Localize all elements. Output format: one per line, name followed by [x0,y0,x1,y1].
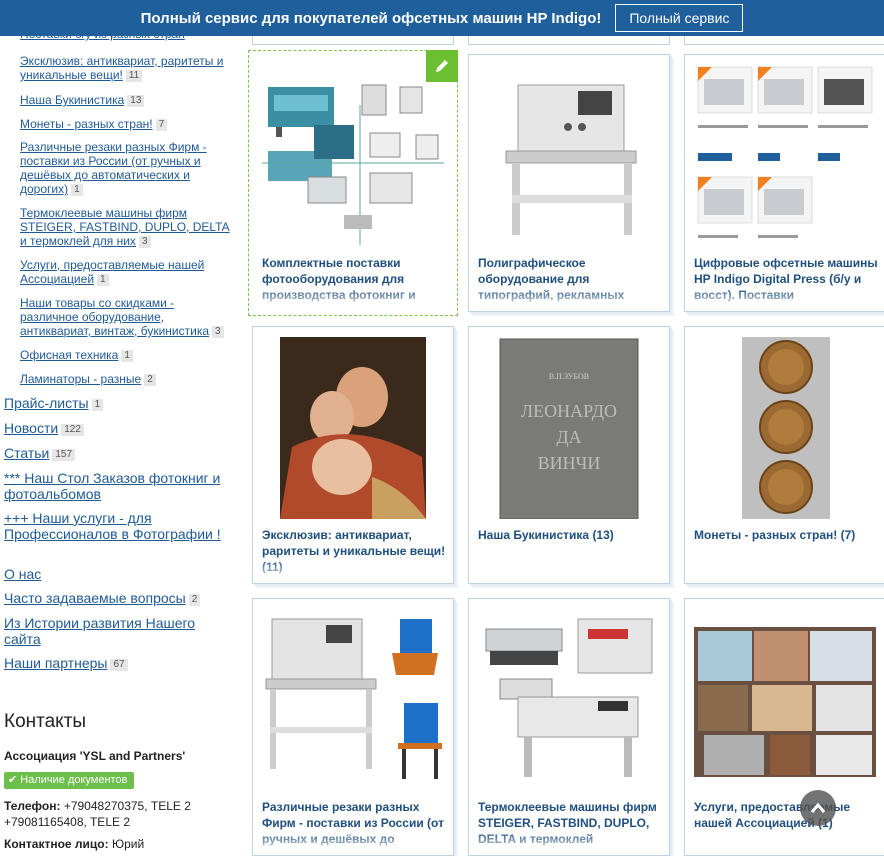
association-name: Ассоциация 'YSL and Partners' [4,749,186,763]
card-image [694,65,876,247]
sidebar-subitem-books[interactable]: Наша Букинистика 13 [20,93,232,107]
count-badge: 3 [212,326,224,338]
card-image [694,609,876,791]
sidebar-subitem-coins[interactable]: Монеты - разных стран! 7 [20,117,232,131]
count-badge: 3 [138,236,151,248]
sidebar-item-cutoff[interactable]: Поставки б/у из разных стран [20,36,232,41]
sidebar-item-pro-services[interactable]: +++ Наши услуги - для Профессионалов в Ф… [4,510,234,542]
card-title[interactable]: Монеты - разных стран! (7) [694,527,878,543]
card-title[interactable]: Услуги, предоставляемые нашей Ассоциацие… [694,799,878,831]
sidebar-item-partners[interactable]: Наши партнеры 67 [4,655,234,671]
count-badge: 1 [71,184,83,196]
full-service-button[interactable]: Полный сервис [615,4,744,32]
book-title-line: ЛЕОНАРДО [521,401,617,421]
banner-text: Полный сервис для покупателей офсетных м… [140,9,602,27]
sidebar-item-news[interactable]: Новости 122 [4,420,234,436]
edit-button[interactable] [426,50,458,82]
card-image [262,65,444,247]
chevron-up-icon [810,802,826,813]
sidebar-item-photobook-orders[interactable]: *** Наш Стол Заказов фотокниг и фотоальб… [4,470,234,502]
sidebar-item-pricelists[interactable]: Прайс-листы 1 [4,395,234,411]
book-author: В.П.ЗУБОВ [549,372,589,381]
card-title[interactable]: Наша Букинистика (13) [478,527,662,543]
contact-person-line: Контактное лицо: Юрий [4,837,145,851]
card-image [262,337,444,519]
card-edge [684,36,884,45]
book-title-line: ДА [556,427,581,447]
count-badge: 1 [121,350,133,362]
category-card-binders[interactable]: Термоклеевые машины фирм STEIGER, FASTBI… [468,598,670,856]
category-card-hp-indigo[interactable]: Цифровые офсетные машины HP Indigo Digit… [684,54,884,312]
contacts-heading: Контакты [4,711,87,732]
sidebar-item-history[interactable]: Из Истории развития Нашего сайта [4,615,234,647]
pencil-icon [436,60,448,72]
category-card-exclusive[interactable]: Эксклюзив: антиквариат, раритеты и уника… [252,326,454,584]
count-badge: 13 [127,95,145,107]
card-edge [252,36,454,45]
card-image [694,337,876,519]
category-card-coins[interactable]: Монеты - разных стран! (7) [684,326,884,584]
sidebar: Поставки б/у из разных стран Эксклюзив: … [0,36,236,853]
category-card-printing-equipment[interactable]: Полиграфическое оборудование для типогра… [468,54,670,312]
sidebar-subitem-services[interactable]: Услуги, предоставляемые нашей Ассоциацие… [20,258,232,286]
sidebar-subitem-discounts[interactable]: Наши товары со скидками - различное обор… [20,296,232,338]
count-badge: 2 [144,374,156,386]
count-badge: 11 [125,70,143,82]
card-image [478,65,660,247]
count-badge: 1 [97,274,109,286]
sidebar-subitem-binders[interactable]: Термоклеевые машины фирм STEIGER, FASTBI… [20,206,232,248]
check-icon: ✔ [8,774,18,786]
book-title-line: ВИНЧИ [538,453,601,473]
category-card-services[interactable]: Услуги, предоставляемые нашей Ассоциацие… [684,598,884,856]
sidebar-subitem-cutters[interactable]: Различные резаки разных Фирм - поставки … [20,140,232,196]
count-badge: 7 [155,119,168,131]
card-edge [468,36,670,45]
sidebar-subitem-office[interactable]: Офисная техника 1 [20,348,232,362]
sidebar-item-faq[interactable]: Часто задаваемые вопросы 2 [4,590,234,606]
card-image [262,609,444,791]
count-badge: 122 [61,424,84,436]
card-image: В.П.ЗУБОВ ЛЕОНАРДО ДА ВИНЧИ [478,337,660,519]
count-badge: 2 [188,594,201,606]
sidebar-subitem-laminators[interactable]: Ламинаторы - разные 2 [20,372,232,386]
documents-badge: ✔ Наличие документов [4,772,135,789]
count-badge: 67 [110,659,128,671]
category-card-photo-equipment[interactable]: Комплектные поставки фотооборудования дл… [248,50,458,316]
sidebar-item-about[interactable]: О нас [4,566,234,582]
top-banner: Полный сервис для покупателей офсетных м… [0,0,884,36]
category-card-books[interactable]: В.П.ЗУБОВ ЛЕОНАРДО ДА ВИНЧИ Наша Букинис… [468,326,670,584]
scroll-to-top-button[interactable] [800,790,836,826]
sidebar-subitem-exclusive[interactable]: Эксклюзив: антиквариат, раритеты и уника… [20,54,232,82]
contact-person-value: Юрий [111,837,145,851]
card-image [478,609,660,791]
count-badge: 1 [91,399,104,411]
sidebar-item-articles[interactable]: Статьи 157 [4,445,234,461]
phone-line: Телефон: +79048270375, TELE 2 +790811654… [4,799,191,829]
category-card-cutters[interactable]: Различные резаки разных Фирм - поставки … [252,598,454,856]
count-badge: 157 [52,449,76,461]
